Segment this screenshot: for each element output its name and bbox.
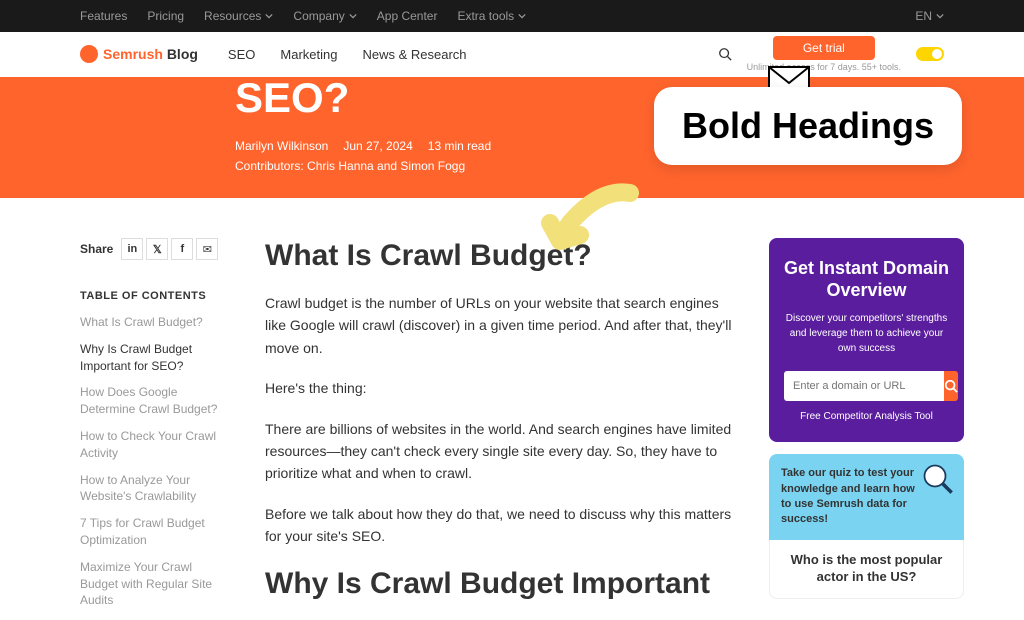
hero: SEO? Marilyn Wilkinson Jun 27, 2024 13 m… [0, 77, 1024, 198]
link-marketing[interactable]: Marketing [280, 47, 337, 62]
top-nav-left: Features Pricing Resources Company App C… [80, 9, 526, 23]
facebook-icon[interactable]: f [171, 238, 193, 260]
nav-pricing[interactable]: Pricing [147, 9, 184, 23]
nav-extra-tools[interactable]: Extra tools [457, 9, 526, 23]
callout-bold-headings: Bold Headings [654, 87, 962, 165]
read-time: 13 min read [428, 139, 491, 153]
quiz-widget[interactable]: Take our quiz to test your knowledge and… [769, 454, 964, 540]
search-icon[interactable] [718, 47, 732, 61]
email-icon[interactable]: ✉ [196, 238, 218, 260]
domain-input[interactable] [784, 371, 944, 401]
linkedin-icon[interactable]: in [121, 238, 143, 260]
search-icon [944, 379, 958, 393]
domain-overview-widget: Get Instant Domain Overview Discover you… [769, 238, 964, 442]
sub-nav: Semrush Blog SEO Marketing News & Resear… [0, 32, 1024, 77]
heading-what-is: What Is Crawl Budget? [265, 238, 734, 274]
paragraph: There are billions of websites in the wo… [265, 418, 734, 485]
widget-title: Get Instant Domain Overview [784, 258, 949, 301]
nav-features[interactable]: Features [80, 9, 127, 23]
magnifier-icon [921, 462, 956, 497]
widget-link[interactable]: Free Competitor Analysis Tool [784, 411, 949, 422]
chevron-down-icon [518, 12, 526, 20]
x-icon[interactable]: 𝕏 [146, 238, 168, 260]
toc-item[interactable]: Why Is Crawl Budget Important for SEO? [80, 341, 230, 375]
sub-nav-links: SEO Marketing News & Research [228, 47, 467, 62]
nav-app-center[interactable]: App Center [377, 9, 438, 23]
link-news[interactable]: News & Research [362, 47, 466, 62]
arrow-icon [540, 183, 640, 253]
toc-item[interactable]: Maximize Your Crawl Budget with Regular … [80, 559, 230, 609]
toc-title: TABLE OF CONTENTS [80, 290, 230, 302]
paragraph: Before we talk about how they do that, w… [265, 503, 734, 548]
toc-item[interactable]: 7 Tips for Crawl Budget Optimization [80, 515, 230, 549]
domain-search-button[interactable] [944, 371, 958, 401]
sidebar-right: Get Instant Domain Overview Discover you… [769, 238, 964, 620]
chevron-down-icon [936, 12, 944, 20]
toc-item[interactable]: How Does Google Determine Crawl Budget? [80, 384, 230, 418]
logo-text: Semrush Blog [103, 46, 198, 62]
chevron-down-icon [265, 12, 273, 20]
share-icons: in 𝕏 f ✉ [121, 238, 218, 260]
article-body: What Is Crawl Budget? Crawl budget is th… [265, 238, 734, 620]
nav-resources[interactable]: Resources [204, 9, 273, 23]
paragraph: Crawl budget is the number of URLs on yo… [265, 292, 734, 359]
link-seo[interactable]: SEO [228, 47, 255, 62]
share-label: Share [80, 242, 113, 256]
domain-search [784, 371, 949, 401]
heading-why-important: Why Is Crawl Budget Important [265, 566, 734, 602]
paragraph: Here's the thing: [265, 377, 734, 399]
quiz-question[interactable]: Who is the most popular actor in the US? [769, 540, 964, 599]
sidebar-left: Share in 𝕏 f ✉ TABLE OF CONTENTS What Is… [80, 238, 230, 620]
sub-nav-left: Semrush Blog SEO Marketing News & Resear… [80, 45, 467, 63]
publish-date: Jun 27, 2024 [343, 139, 412, 153]
logo[interactable]: Semrush Blog [80, 45, 198, 63]
main-content: Share in 𝕏 f ✉ TABLE OF CONTENTS What Is… [0, 198, 1024, 620]
logo-icon [80, 45, 98, 63]
author: Marilyn Wilkinson [235, 139, 328, 153]
lang-selector[interactable]: EN [915, 9, 944, 23]
share-row: Share in 𝕏 f ✉ [80, 238, 230, 260]
sub-nav-right: Get trial Unlimited access for 7 days. 5… [718, 36, 944, 72]
chevron-down-icon [349, 12, 357, 20]
toc-item[interactable]: How to Check Your Crawl Activity [80, 428, 230, 462]
theme-toggle[interactable] [916, 47, 944, 61]
toc-item[interactable]: What Is Crawl Budget? [80, 314, 230, 331]
top-nav: Features Pricing Resources Company App C… [0, 0, 1024, 32]
toc-item[interactable]: How to Analyze Your Website's Crawlabili… [80, 472, 230, 506]
widget-desc: Discover your competitors' strengths and… [784, 311, 949, 356]
quiz-prompt: Take our quiz to test your knowledge and… [781, 467, 915, 525]
nav-company[interactable]: Company [293, 9, 356, 23]
